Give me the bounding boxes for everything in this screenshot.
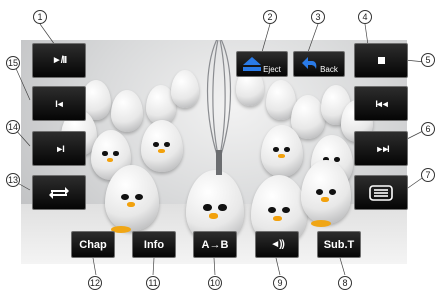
egg-figure: [141, 120, 183, 172]
egg-figure: [105, 165, 159, 231]
callout-7: 7: [421, 168, 435, 182]
callout-6: 6: [421, 122, 435, 136]
play-pause-button[interactable]: ►/II: [32, 43, 86, 78]
callout-12: 12: [88, 276, 102, 290]
menu-list-icon: [369, 184, 393, 201]
back-button[interactable]: Back: [293, 51, 345, 77]
eject-button[interactable]: Eject: [236, 51, 288, 77]
egg-foot: [311, 220, 331, 227]
stop-button[interactable]: [354, 43, 408, 78]
ab-repeat-label: A→B: [201, 238, 229, 251]
audio-button[interactable]: ◄)): [255, 231, 299, 258]
menu-button[interactable]: [354, 175, 408, 210]
chapter-button[interactable]: Chap: [71, 231, 115, 258]
speaker-icon: ◄)): [270, 239, 285, 250]
skip-previous-icon: I◄: [55, 98, 65, 109]
info-label: Info: [143, 238, 165, 251]
ab-repeat-button[interactable]: A→B: [193, 231, 237, 258]
egg-figure: [111, 90, 143, 132]
fast-rewind-icon: I◄◄: [375, 98, 389, 109]
fast-forward-button[interactable]: ►►I: [354, 131, 408, 166]
chapter-label: Chap: [79, 238, 107, 251]
callout-4: 4: [358, 10, 372, 24]
callout-1: 1: [33, 10, 47, 24]
play-pause-icon: ►/II: [51, 55, 67, 66]
back-label: Back: [320, 64, 338, 74]
fast-rewind-button[interactable]: I◄◄: [354, 86, 408, 121]
eject-icon: [243, 57, 262, 71]
callout-14: 14: [6, 120, 20, 134]
callout-11: 11: [146, 276, 160, 290]
whisk: [206, 40, 232, 175]
eject-label: Eject: [263, 64, 281, 74]
previous-chapter-button[interactable]: I◄: [32, 86, 86, 121]
callout-15: 15: [6, 56, 20, 70]
stop-icon: [377, 57, 385, 64]
callout-2: 2: [263, 10, 277, 24]
callout-8: 8: [338, 276, 352, 290]
callout-9: 9: [273, 276, 287, 290]
repeat-button[interactable]: [32, 175, 86, 210]
repeat-icon: [49, 186, 69, 199]
info-button[interactable]: Info: [132, 231, 176, 258]
fast-forward-icon: ►►I: [375, 143, 389, 154]
next-chapter-button[interactable]: ►I: [32, 131, 86, 166]
callout-3: 3: [311, 10, 325, 24]
callout-5: 5: [421, 53, 435, 67]
callout-13: 13: [6, 173, 20, 187]
skip-next-icon: ►I: [55, 143, 65, 154]
callout-10: 10: [208, 276, 222, 290]
subtitle-label: Sub.T: [323, 238, 355, 251]
egg-figure: [261, 125, 303, 177]
subtitle-button[interactable]: Sub.T: [317, 231, 361, 258]
egg-figure: [171, 70, 199, 108]
back-arrow-icon: [302, 57, 317, 69]
